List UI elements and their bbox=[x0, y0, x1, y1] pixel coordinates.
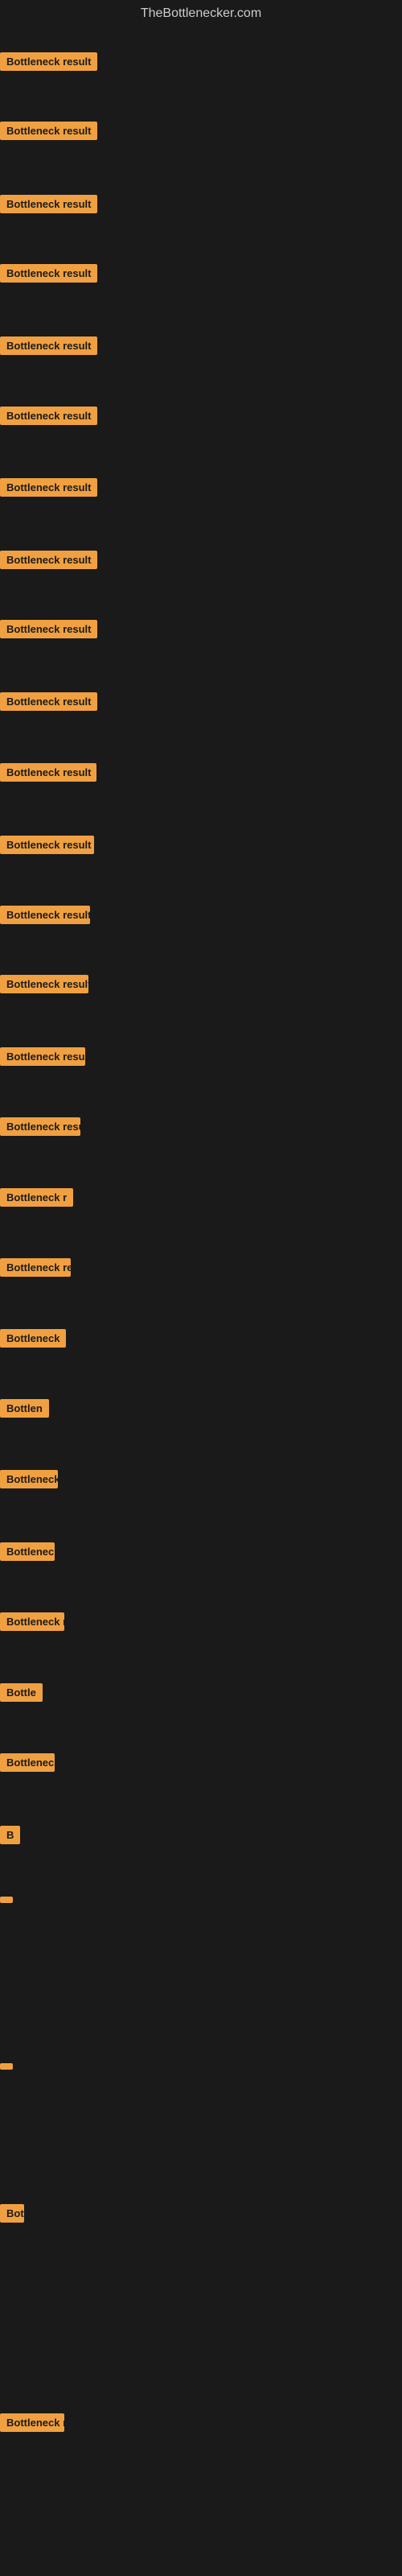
bottleneck-item: Bott bbox=[0, 2204, 24, 2223]
bottleneck-item: Bottleneck result bbox=[0, 52, 97, 71]
bottleneck-badge: Bottleneck bbox=[0, 1470, 58, 1488]
bottleneck-badge: Bottleneck result bbox=[0, 407, 97, 425]
site-title: TheBottlenecker.com bbox=[0, 0, 402, 31]
bottleneck-badge: Bottle bbox=[0, 1683, 43, 1702]
bottleneck-badge: Bottleneck bbox=[0, 1329, 66, 1348]
bottleneck-badge: Bottleneck result bbox=[0, 52, 97, 71]
bottleneck-item: Bottleneck result bbox=[0, 551, 97, 569]
bottleneck-item: Bottleneck result bbox=[0, 763, 96, 782]
bottleneck-item: Bottleneck result bbox=[0, 1117, 80, 1136]
bottleneck-item: Bottlenec bbox=[0, 1542, 55, 1561]
bottleneck-item: Bottleneck r bbox=[0, 1188, 73, 1207]
bottleneck-item: Bottleneck result bbox=[0, 195, 97, 213]
bottleneck-item: Bottleneck result bbox=[0, 906, 90, 924]
bottleneck-badge: Bottleneck r bbox=[0, 1188, 73, 1207]
bottleneck-item: Bottleneck bbox=[0, 1470, 58, 1488]
bottleneck-item: Bottleneck result bbox=[0, 122, 97, 140]
bottleneck-badge bbox=[0, 2063, 13, 2070]
bottleneck-badge: Bottleneck result bbox=[0, 551, 97, 569]
bottleneck-item: Bottleneck result bbox=[0, 620, 97, 638]
bottleneck-item: Bottleneck result bbox=[0, 264, 97, 283]
bottleneck-badge: Bottleneck result bbox=[0, 906, 90, 924]
bottleneck-item: Bottleneck result bbox=[0, 1047, 85, 1066]
bottleneck-badge: Bottleneck result bbox=[0, 1117, 80, 1136]
bottleneck-badge: Bottleneck result bbox=[0, 975, 88, 993]
bottleneck-badge bbox=[0, 1897, 13, 1903]
bottleneck-item: Bottleneck result bbox=[0, 836, 94, 854]
bottleneck-badge: Bottleneck result bbox=[0, 620, 97, 638]
bottleneck-item: Bottleneck result bbox=[0, 478, 97, 497]
bottleneck-item: Bottleneck result bbox=[0, 336, 97, 355]
bottleneck-badge: B bbox=[0, 1826, 20, 1844]
bottleneck-item: Bottleneck result bbox=[0, 975, 88, 993]
bottleneck-badge: Bottleneck r bbox=[0, 1612, 64, 1631]
bottleneck-badge: Bottleneck bbox=[0, 1753, 55, 1772]
bottleneck-item: Bottleneck bbox=[0, 1329, 66, 1348]
bottleneck-badge: Bottleneck result bbox=[0, 264, 97, 283]
bottleneck-badge: Bott bbox=[0, 2204, 24, 2223]
bottleneck-item: B bbox=[0, 1826, 20, 1844]
bottleneck-item: Bottlen bbox=[0, 1399, 49, 1418]
bottleneck-badge: Bottleneck resu bbox=[0, 1258, 71, 1277]
bottleneck-badge: Bottleneck r bbox=[0, 2413, 64, 2432]
bottleneck-badge: Bottleneck result bbox=[0, 836, 94, 854]
bottleneck-item: Bottleneck bbox=[0, 1753, 55, 1772]
bottleneck-badge: Bottleneck result bbox=[0, 692, 97, 711]
bottleneck-badge: Bottleneck result bbox=[0, 195, 97, 213]
bottleneck-item bbox=[0, 1897, 13, 1903]
bottleneck-badge: Bottlen bbox=[0, 1399, 49, 1418]
bottleneck-badge: Bottleneck result bbox=[0, 336, 97, 355]
bottleneck-item bbox=[0, 2063, 13, 2070]
bottleneck-item: Bottleneck r bbox=[0, 1612, 64, 1631]
bottleneck-item: Bottleneck r bbox=[0, 2413, 64, 2432]
bottleneck-badge: Bottleneck result bbox=[0, 1047, 85, 1066]
bottleneck-badge: Bottleneck result bbox=[0, 122, 97, 140]
bottleneck-item: Bottleneck result bbox=[0, 692, 97, 711]
bottleneck-badge: Bottleneck result bbox=[0, 478, 97, 497]
bottleneck-badge: Bottleneck result bbox=[0, 763, 96, 782]
bottleneck-badge: Bottlenec bbox=[0, 1542, 55, 1561]
bottleneck-item: Bottleneck result bbox=[0, 407, 97, 425]
bottleneck-item: Bottleneck resu bbox=[0, 1258, 71, 1277]
bottleneck-item: Bottle bbox=[0, 1683, 43, 1702]
